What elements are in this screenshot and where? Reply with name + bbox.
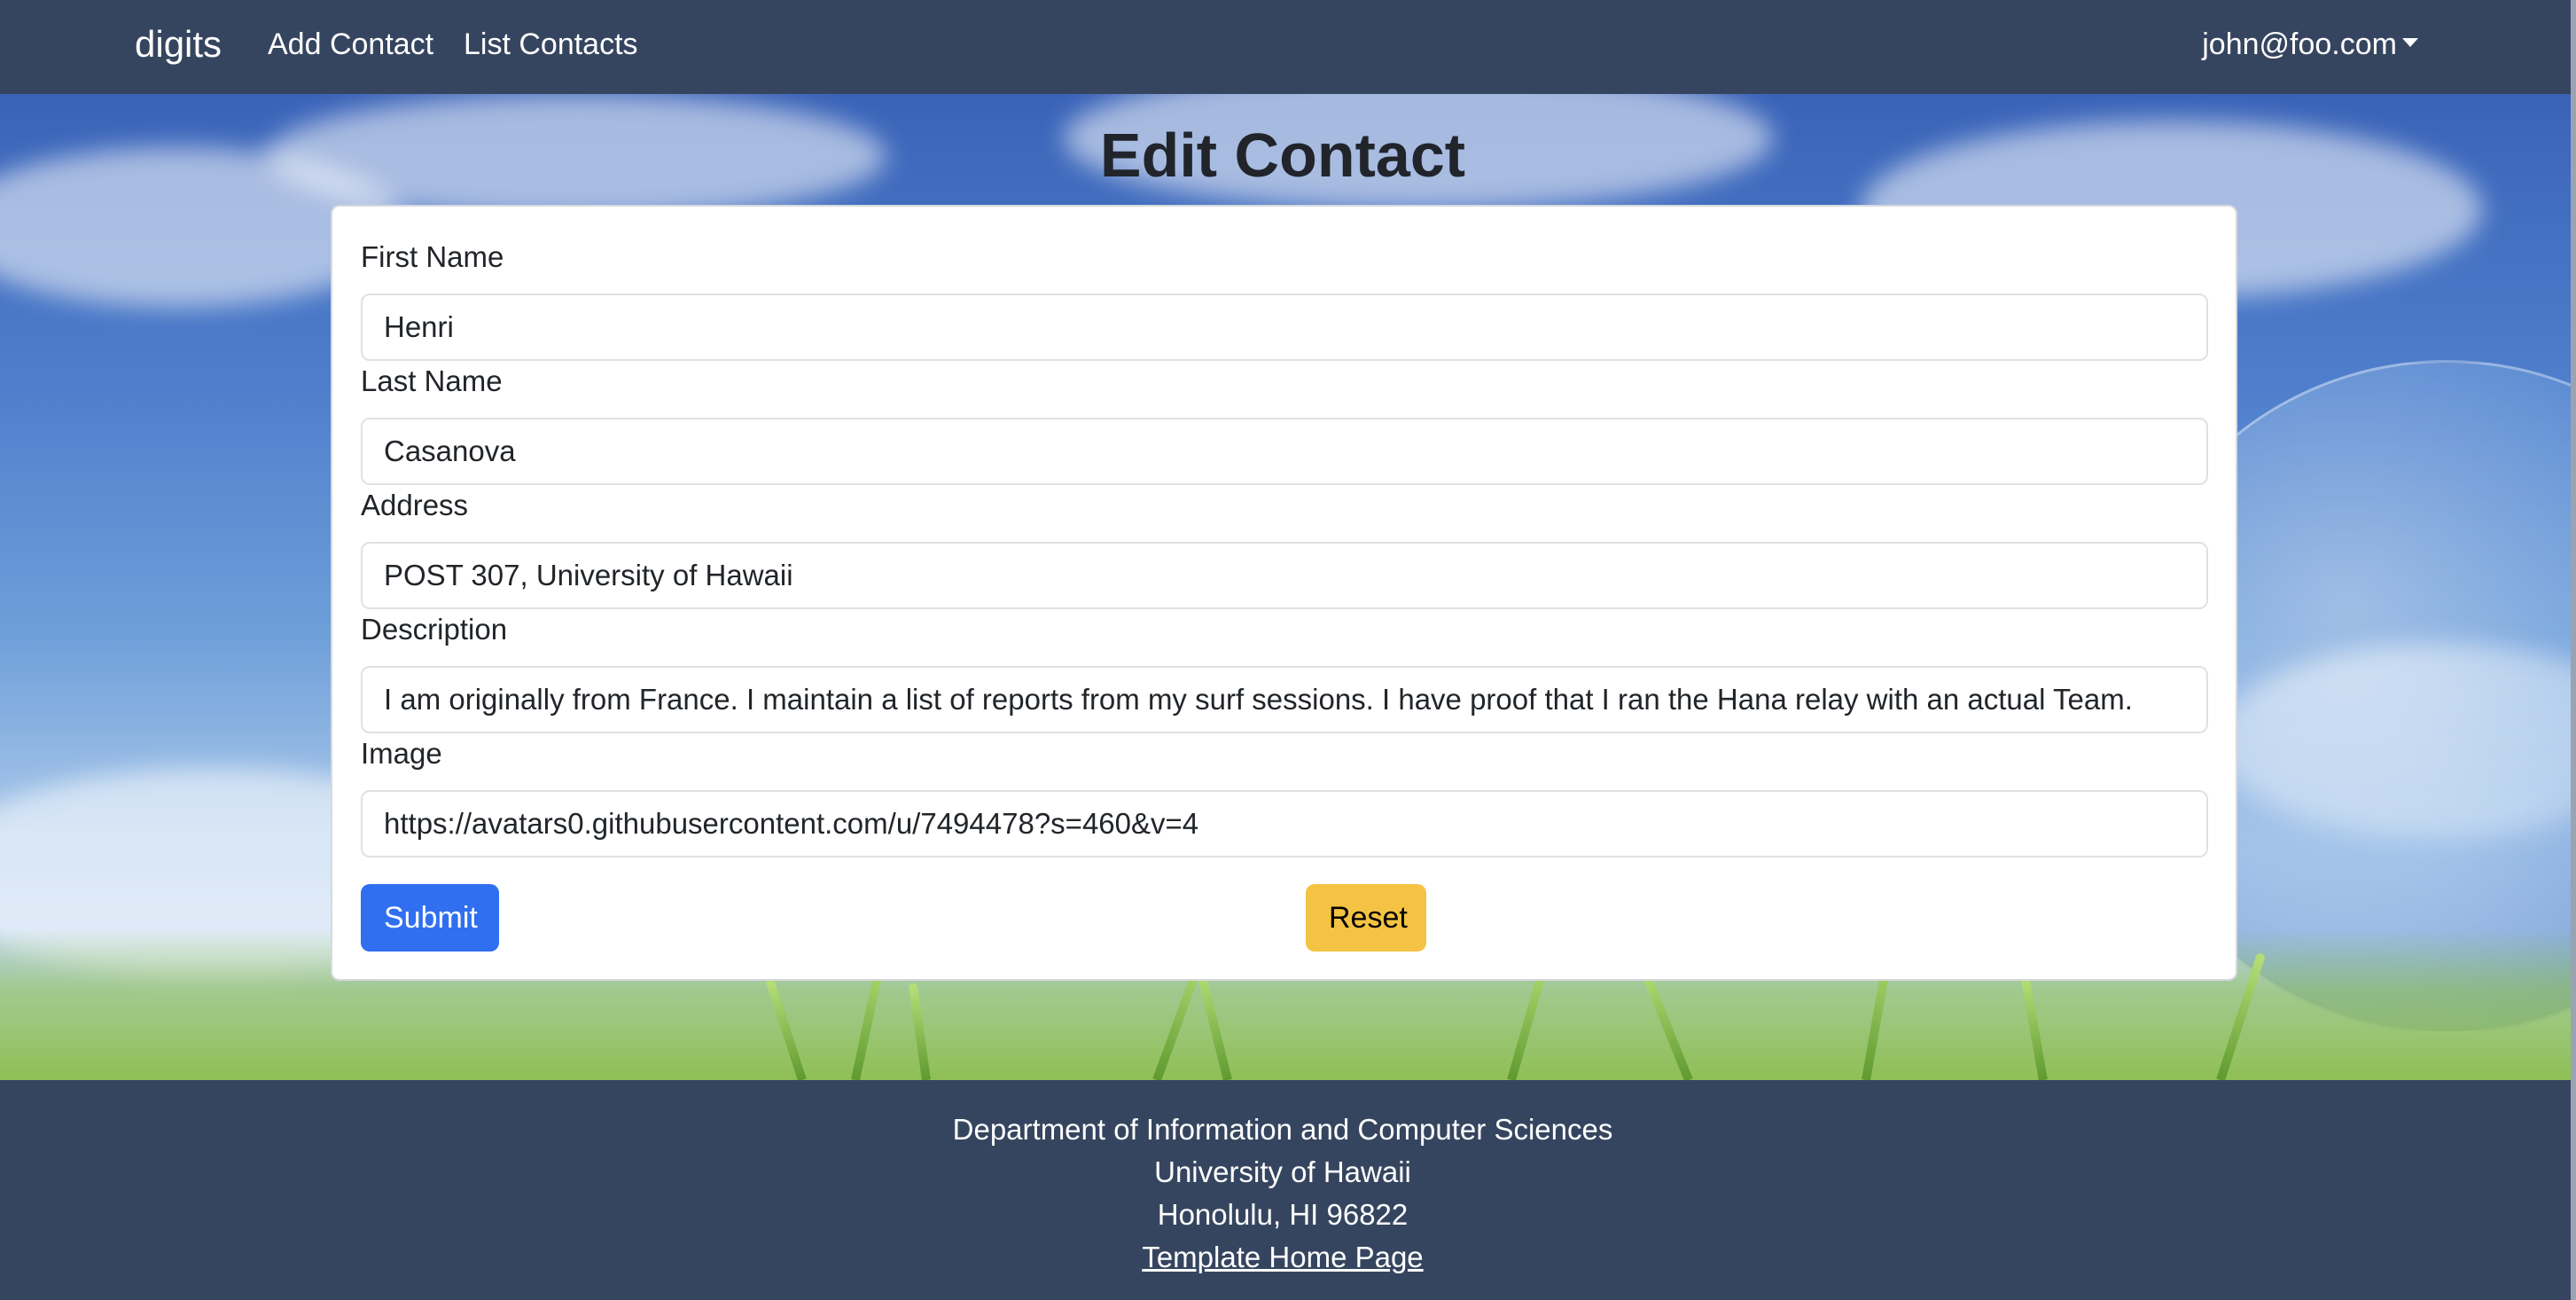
- first-name-input[interactable]: [361, 294, 2208, 361]
- submit-button[interactable]: Submit: [361, 884, 499, 952]
- address-label: Address: [361, 489, 469, 521]
- last-name-input[interactable]: [361, 418, 2208, 485]
- footer-department: Department of Information and Computer S…: [952, 1113, 1613, 1146]
- template-home-page-link[interactable]: Template Home Page: [1142, 1241, 1423, 1273]
- description-input[interactable]: [361, 666, 2208, 733]
- image-label: Image: [361, 737, 442, 770]
- footer: Department of Information and Computer S…: [0, 1080, 2576, 1300]
- last-name-label: Last Name: [361, 364, 503, 397]
- footer-address: Honolulu, HI 96822: [1157, 1198, 1409, 1231]
- top-navbar: digits Add Contact List Contacts john@fo…: [0, 0, 2576, 94]
- footer-link-row: Template Home Page: [0, 1236, 2565, 1279]
- user-dropdown[interactable]: john@foo.com: [2202, 21, 2418, 67]
- nav-list-contacts[interactable]: List Contacts: [464, 21, 638, 67]
- first-name-label: First Name: [361, 240, 504, 273]
- footer-university: University of Hawaii: [1154, 1155, 1411, 1188]
- description-label: Description: [361, 613, 508, 646]
- chevron-down-icon: [2402, 38, 2418, 48]
- reset-button[interactable]: Reset: [1306, 884, 1426, 952]
- brand-link[interactable]: digits: [135, 18, 222, 71]
- user-email: john@foo.com: [2202, 27, 2397, 61]
- window-scrollbar[interactable]: [2571, 0, 2576, 1300]
- nav-add-contact[interactable]: Add Contact: [268, 21, 433, 67]
- page-title: Edit Contact: [1099, 121, 1466, 190]
- image-url-input[interactable]: [361, 790, 2208, 858]
- edit-contact-form: First Name Last Name Address Description…: [331, 205, 2237, 981]
- address-input[interactable]: [361, 542, 2208, 609]
